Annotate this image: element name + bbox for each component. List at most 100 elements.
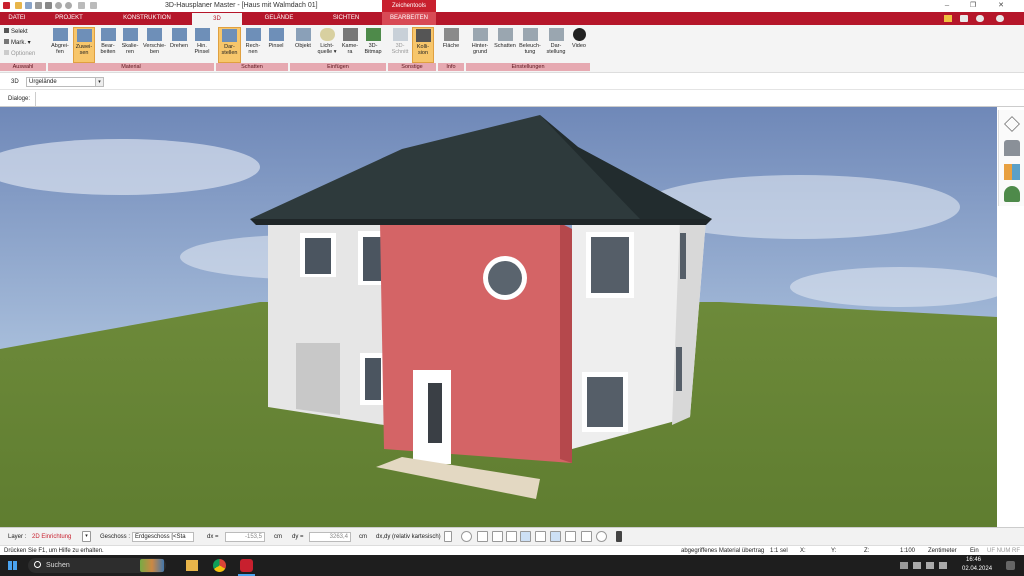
zoom-window-icon[interactable] [506,531,517,542]
tab-3d[interactable]: 3D [192,13,242,25]
options-button[interactable]: Optionen [4,50,35,58]
roof-eave [250,219,712,225]
section-icon [392,28,408,41]
plant-icon[interactable] [1004,186,1020,202]
tab-konstruktion[interactable]: KONSTRUKTION [110,12,184,25]
coordinate-mode[interactable]: dx,dy (relativ kartesisch) [376,534,441,540]
search-icon [34,561,41,568]
mark-button[interactable]: Mark. ▾ [4,39,31,47]
drehen-button[interactable]: Drehen [168,27,190,63]
3d-viewport[interactable] [0,107,997,527]
move-view-icon[interactable] [535,531,546,542]
terrain-select[interactable]: Urgelände ▾ [26,77,104,87]
bearbeiten-button[interactable]: Bear- beiten [97,27,119,63]
open-icon[interactable] [15,2,22,9]
pipette-icon [52,28,68,41]
print-area-icon[interactable] [492,531,503,542]
clock-time[interactable]: 16:46 [966,557,981,563]
minimize-button[interactable]: ─ [936,0,958,12]
grid-snap-icon[interactable] [565,531,576,542]
info-icon[interactable] [976,15,984,22]
tab-datei[interactable]: DATEI [2,12,32,25]
angle-icon[interactable] [520,531,531,542]
print-icon[interactable] [35,2,42,9]
taskbar-search[interactable]: Suchen [28,558,166,573]
darstellen-button[interactable]: Dar- stellen [218,27,241,63]
dialog-row: Dialoge: [0,91,1024,107]
tray-chevron-icon[interactable] [900,562,908,569]
chrome-icon[interactable] [213,559,226,572]
layer-value[interactable]: 2D Einrichtung [32,534,71,540]
materials-icon[interactable] [1004,164,1020,180]
layers-icon[interactable] [1004,116,1020,132]
red-facade [380,223,572,463]
ortho-icon[interactable] [550,531,561,542]
file-explorer-icon[interactable] [186,560,198,571]
schatten-settings-button[interactable]: Schatten [493,27,517,63]
hintergrund-button[interactable]: Hinter- grund [468,27,492,63]
lichtquelle-button[interactable]: Licht- quelle ▾ [315,27,339,63]
windows-start-icon[interactable] [8,561,17,570]
hausplaner-taskbar-icon[interactable] [240,559,253,572]
north-icon[interactable] [596,531,607,542]
divider [35,92,36,106]
assign-material-icon [76,29,92,42]
object-icon [295,28,311,41]
grid-icon[interactable] [581,531,592,542]
rechnen-button[interactable]: Rech- nen [242,27,264,63]
tab-bearbeiten[interactable]: BEARBEITEN [382,12,436,25]
kamera-button[interactable]: Kame- ra [340,27,360,63]
select-button[interactable]: Selekt [4,28,28,36]
beleuchtung-button[interactable]: Beleuch- tung [518,27,542,63]
tab-projekt[interactable]: PROJEKT [40,12,98,25]
snap-icon[interactable] [477,531,488,542]
title-bar: 3D-Hausplaner Master - [Haus mit Walmdac… [0,0,1024,12]
3d-schnitt-button[interactable]: 3D- Schnitt [389,27,411,63]
redo-icon[interactable] [65,2,72,9]
dy-input[interactable]: 3263,4 [309,532,351,542]
zoom-icon[interactable] [78,2,85,9]
kollision-button[interactable]: Kolli- sion [412,27,434,63]
dx-input[interactable]: -153,5 [225,532,265,542]
skalieren-button[interactable]: Skalie- ren [119,27,141,63]
layer-dropdown-icon[interactable]: ▾ [82,531,91,542]
tab-gelaende[interactable]: GELÄNDE [252,12,306,25]
chair-icon[interactable] [1004,140,1020,156]
maximize-button[interactable]: ❐ [962,0,984,12]
clock-icon[interactable] [461,531,472,542]
search-placeholder: Suchen [46,562,70,569]
notification-icon[interactable] [1006,561,1015,570]
move-icon [147,28,162,41]
volume-icon[interactable] [926,562,934,569]
flaeche-button[interactable]: Fläche [440,27,462,63]
print-preview-icon[interactable] [45,2,52,9]
save-icon[interactable] [25,2,32,9]
help-icon[interactable] [996,15,1004,22]
darstellung-button[interactable]: Dar- stellung [544,27,568,63]
door-glass [428,383,442,443]
side-window [680,233,686,279]
lightbulb-icon [319,28,335,41]
3d-bitmap-button[interactable]: 3D- Bitmap [362,27,384,63]
tab-sichten[interactable]: SICHTEN [316,12,376,25]
quick-access-icon[interactable] [90,2,97,9]
mark-icon [4,39,9,44]
objekt-button[interactable]: Objekt [292,27,314,63]
coord-mode-dropdown-icon[interactable] [444,531,452,542]
tools-icon[interactable] [944,15,952,22]
schatten-pinsel-button[interactable]: Pinsel [265,27,287,63]
dy-unit: cm [359,534,367,540]
battery-icon[interactable] [939,562,947,569]
undo-icon[interactable] [55,2,62,9]
hin-pinsel-button[interactable]: Hin. Pinsel [191,27,213,63]
abgreifen-button[interactable]: Abgrei- fen [49,27,71,63]
geschoss-select[interactable]: Erdgeschoss [<Sta [132,532,194,542]
network-icon[interactable] [913,562,921,569]
close-button[interactable]: ✕ [990,0,1012,12]
zuweisen-button[interactable]: Zuwei- sen [73,27,95,63]
verschieben-button[interactable]: Verschie- ben [142,27,167,63]
rotate-icon [171,28,187,41]
options-icon[interactable] [960,15,968,22]
clock-date[interactable]: 02.04.2024 [962,566,992,572]
video-button[interactable]: Video [569,27,589,63]
